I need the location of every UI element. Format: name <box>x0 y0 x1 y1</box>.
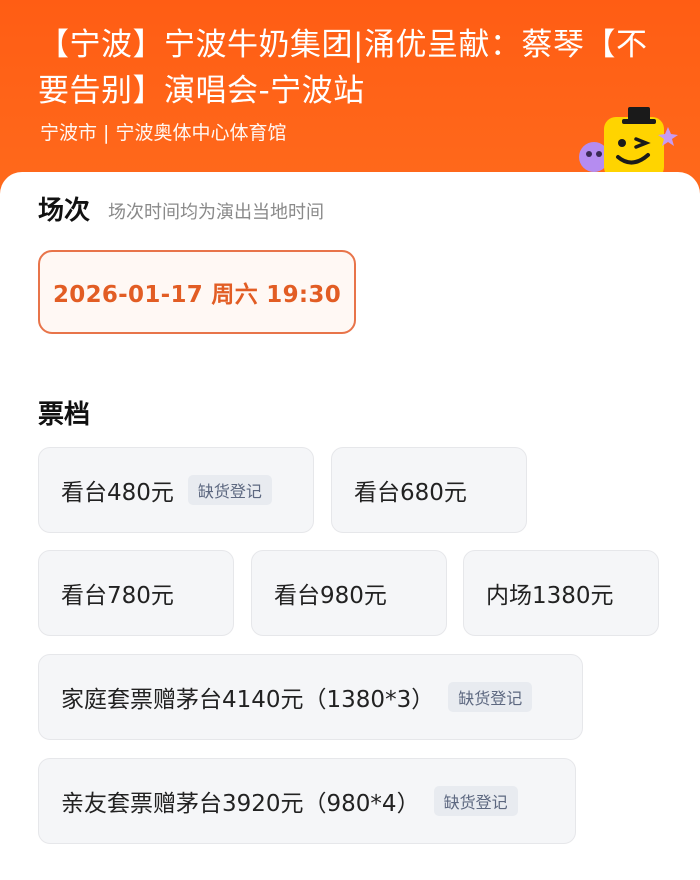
ticket-tier-option[interactable]: 家庭套票赠茅台4140元（1380*3） 缺货登记 <box>38 654 583 740</box>
ticket-tier-option[interactable]: 亲友套票赠茅台3920元（980*4） 缺货登记 <box>38 758 576 844</box>
ticket-tier-option[interactable]: 内场1380元 <box>463 550 659 636</box>
ticket-tier-option[interactable]: 看台680元 <box>331 447 527 533</box>
ticket-tier-option[interactable]: 看台780元 <box>38 550 234 636</box>
event-header: 【宁波】宁波牛奶集团|涌优呈献：蔡琴【不要告别】演唱会-宁波站 宁波市 | 宁波… <box>0 0 700 200</box>
session-timezone-note: 场次时间均为演出当地时间 <box>108 202 324 223</box>
selection-panel: 场次 场次时间均为演出当地时间 2026-01-17 周六 19:30 票档 看… <box>0 172 700 880</box>
ticket-tier-label: 内场1380元 <box>486 583 614 609</box>
ticket-tier-option[interactable]: 看台480元 缺货登记 <box>38 447 314 533</box>
ticket-tier-label: 看台780元 <box>61 583 174 609</box>
session-option-selected[interactable]: 2026-01-17 周六 19:30 <box>38 250 356 334</box>
ticket-tier-label: 亲友套票赠茅台3920元（980*4） <box>61 791 420 817</box>
event-title: 【宁波】宁波牛奶集团|涌优呈献：蔡琴【不要告别】演唱会-宁波站 <box>38 27 648 109</box>
out-of-stock-register-badge: 缺货登记 <box>448 682 533 712</box>
ticket-tier-heading: 票档 <box>38 400 91 430</box>
ticket-tier-option[interactable]: 看台980元 <box>251 550 447 636</box>
out-of-stock-register-badge: 缺货登记 <box>433 786 518 816</box>
smiley-mascot-icon <box>579 107 678 179</box>
ticket-tier-label: 看台680元 <box>354 480 467 506</box>
out-of-stock-register-badge: 缺货登记 <box>187 475 272 505</box>
ticket-tier-label: 看台980元 <box>274 583 387 609</box>
event-venue: 宁波市 | 宁波奥体中心体育馆 <box>40 122 287 144</box>
session-heading: 场次 <box>38 196 91 226</box>
ticket-tier-label: 看台480元 <box>61 480 174 506</box>
ticket-tier-label: 家庭套票赠茅台4140元（1380*3） <box>61 687 435 713</box>
